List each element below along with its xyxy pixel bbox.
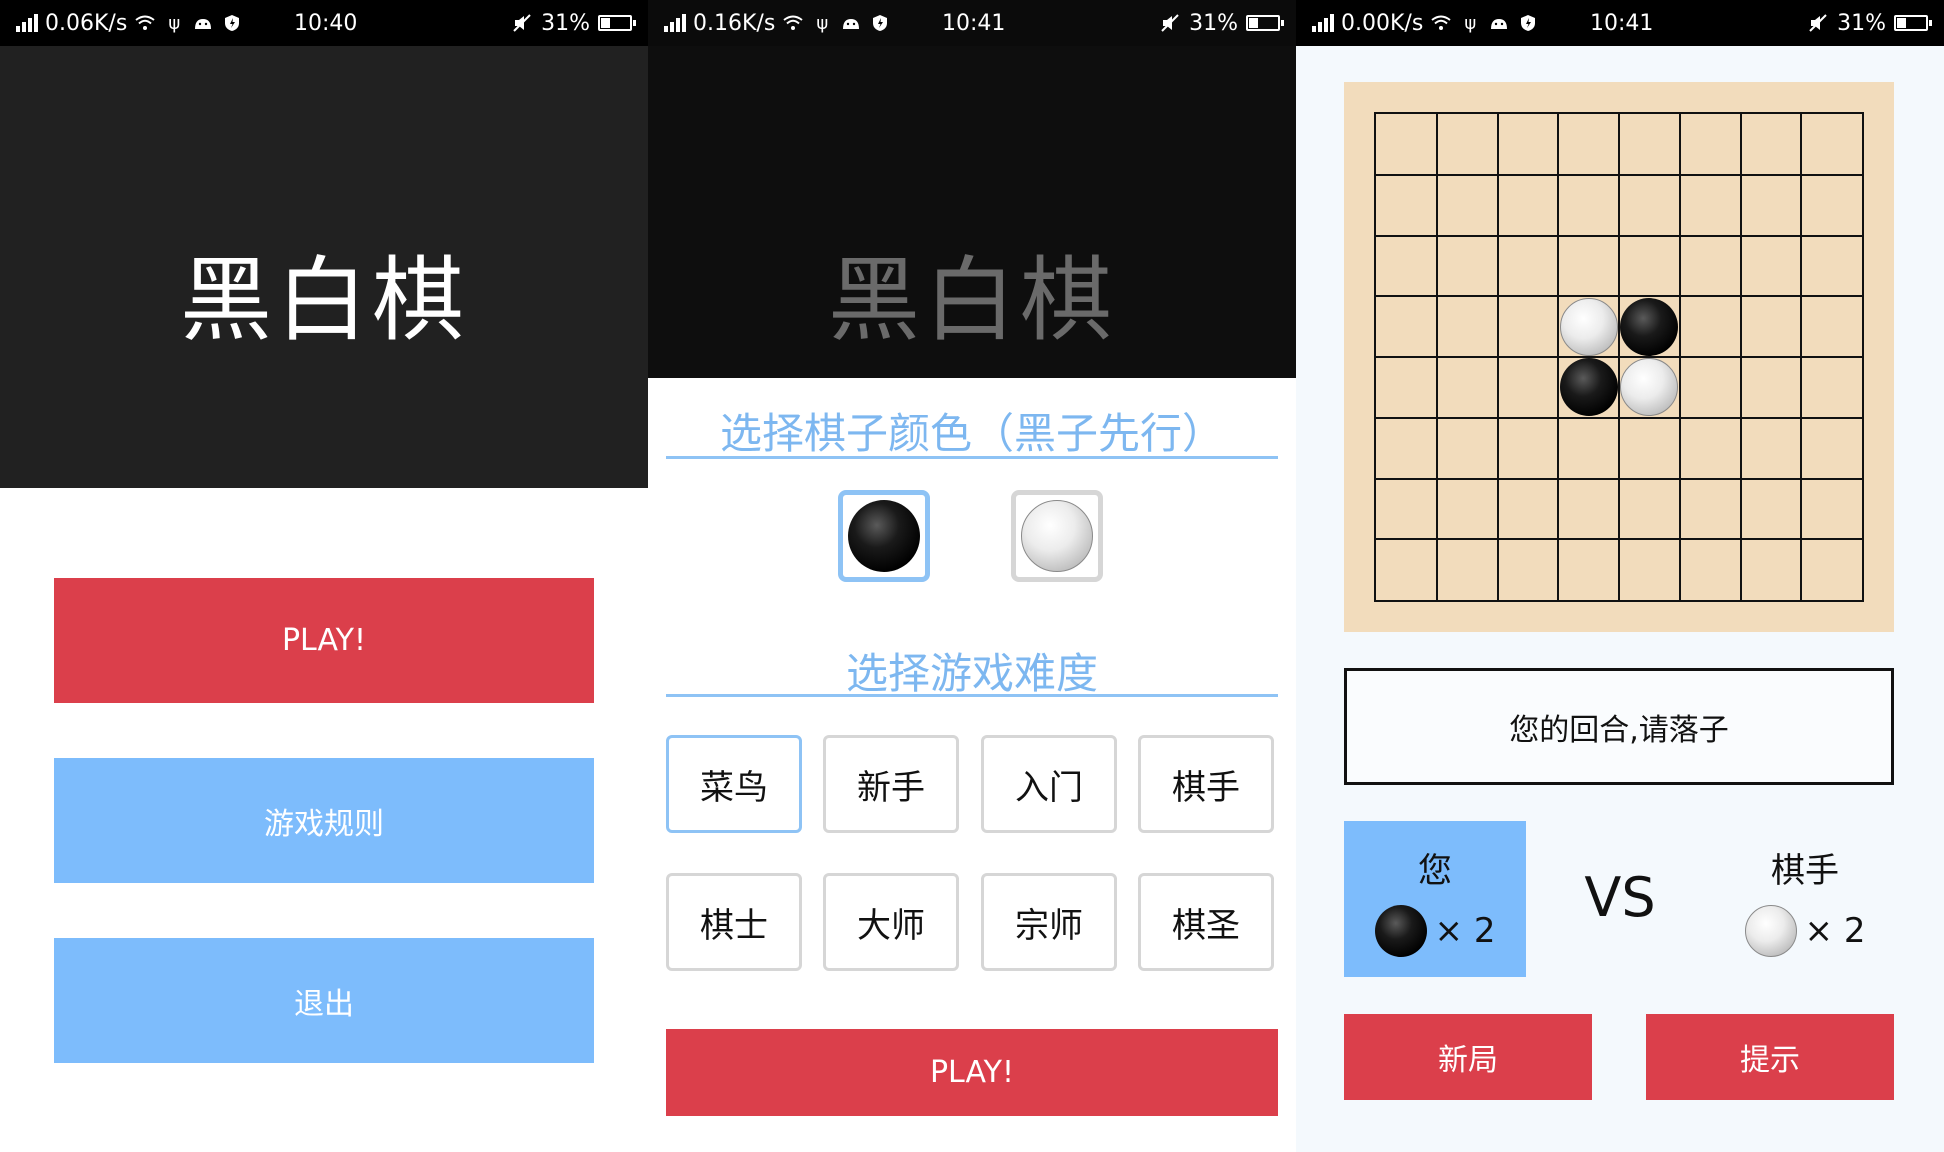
white-stone [1559, 297, 1618, 356]
android-icon [840, 12, 862, 34]
black-stone [1620, 297, 1679, 356]
grid-line [1739, 114, 1742, 600]
difficulty-option[interactable]: 棋手 [1138, 735, 1274, 833]
clock: 10:41 [1590, 10, 1654, 36]
white-stone-option[interactable] [1011, 490, 1103, 582]
difficulty-option[interactable]: 宗师 [981, 873, 1117, 971]
android-icon [1488, 12, 1510, 34]
battery-percent: 31% [1189, 10, 1238, 36]
play-button[interactable]: PLAY! [54, 578, 594, 703]
usb-icon: ψ [816, 12, 829, 34]
game-screen: 0.00K/s ψ 10:41 31% 您的回合,请落子 您 × 2 VS 棋手… [1296, 0, 1944, 1152]
clock: 10:41 [942, 10, 1006, 36]
quit-button[interactable]: 退出 [54, 938, 594, 1063]
battery-icon [1894, 15, 1932, 31]
start-game-button[interactable]: PLAY! [666, 1029, 1278, 1116]
clock: 10:40 [294, 10, 358, 36]
network-speed: 0.06K/s [45, 10, 128, 36]
signal-icon [16, 14, 38, 32]
battery-icon [1246, 15, 1284, 31]
grid-line [1618, 114, 1620, 600]
battery-percent: 31% [1837, 10, 1886, 36]
difficulty-option[interactable]: 入门 [981, 735, 1117, 833]
player-name: 您 [1418, 851, 1452, 891]
difficulty-section-title: 选择游戏难度 [845, 649, 1098, 698]
network-speed: 0.00K/s [1341, 10, 1424, 36]
difficulty-option[interactable]: 菜鸟 [666, 735, 802, 833]
divider [666, 456, 1278, 459]
player-count: × 2 [1434, 911, 1496, 951]
mute-icon [511, 12, 533, 34]
shield-icon [1517, 12, 1539, 34]
wifi-icon [134, 12, 156, 34]
turn-message: 您的回合,请落子 [1344, 668, 1894, 785]
rules-button[interactable]: 游戏规则 [54, 758, 594, 883]
opponent-count: × 2 [1804, 911, 1866, 951]
usb-icon: ψ [1464, 12, 1477, 34]
board-grid[interactable] [1374, 112, 1864, 602]
grid-line [1800, 114, 1803, 600]
app-title: 黑白棋 [827, 247, 1116, 354]
usb-icon: ψ [168, 12, 181, 34]
grid-line [1678, 114, 1681, 600]
difficulty-option[interactable]: 新手 [823, 735, 959, 833]
player-panel: 您 × 2 [1344, 821, 1526, 977]
status-bar: 0.16K/s ψ 10:41 31% [648, 0, 1296, 46]
game-board[interactable] [1344, 82, 1894, 632]
grid-line [1376, 538, 1862, 541]
divider [666, 694, 1278, 697]
black-stone-option[interactable] [838, 490, 930, 582]
white-stone-icon [1744, 905, 1797, 957]
color-section-title: 选择棋子颜色（黑子先行） [719, 409, 1224, 458]
app-title: 黑白棋 [179, 247, 468, 354]
battery-percent: 31% [541, 10, 590, 36]
opponent-panel: 棋手 × 2 [1714, 821, 1896, 977]
signal-icon [1312, 14, 1334, 32]
black-stone-icon [1374, 905, 1427, 957]
network-speed: 0.16K/s [693, 10, 776, 36]
wifi-icon [782, 12, 804, 34]
difficulty-option[interactable]: 棋圣 [1138, 873, 1274, 971]
status-bar: 0.06K/s ψ 10:40 31% [0, 0, 648, 46]
title-banner: 黑白棋 [648, 46, 1296, 378]
android-icon [192, 12, 214, 34]
title-banner: 黑白棋 [0, 46, 648, 488]
new-game-button[interactable]: 新局 [1344, 1014, 1592, 1100]
wifi-icon [1430, 12, 1452, 34]
shield-icon [869, 12, 891, 34]
black-stone [1559, 358, 1618, 417]
setup-screen: 0.16K/s ψ 10:41 31% 黑白棋 选择棋子颜色（黑子先行） 选择游… [648, 0, 1296, 1152]
home-screen: 0.06K/s ψ 10:40 31% 黑白棋 PLAY! 游戏规则 退出 [0, 0, 648, 1152]
signal-icon [664, 14, 686, 32]
difficulty-option[interactable]: 大师 [823, 873, 959, 971]
mute-icon [1159, 12, 1181, 34]
difficulty-option[interactable]: 棋士 [666, 873, 802, 971]
black-stone-icon [848, 500, 920, 572]
opponent-name: 棋手 [1771, 851, 1839, 891]
mute-icon [1807, 12, 1829, 34]
shield-icon [221, 12, 243, 34]
grid-line [1376, 416, 1862, 419]
status-bar: 0.00K/s ψ 10:41 31% [1296, 0, 1944, 46]
white-stone-icon [1021, 500, 1093, 572]
vs-label: VS [1584, 866, 1656, 929]
white-stone [1620, 358, 1679, 417]
grid-line [1376, 477, 1862, 480]
battery-icon [598, 15, 636, 31]
hint-button[interactable]: 提示 [1646, 1014, 1894, 1100]
